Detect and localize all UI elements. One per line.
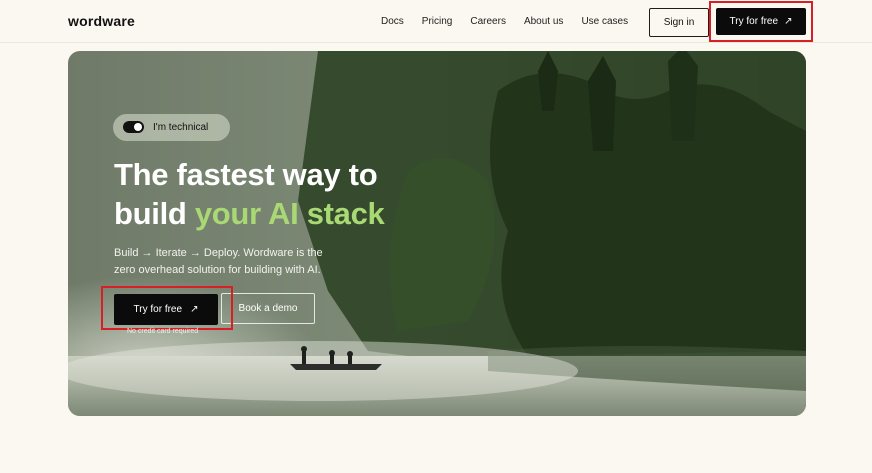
nav-use-cases[interactable]: Use cases: [581, 16, 628, 27]
subtitle-line2: zero overhead solution for building with…: [114, 264, 321, 276]
sign-in-label: Sign in: [663, 17, 695, 28]
book-a-demo-button[interactable]: Book a demo: [221, 293, 315, 324]
no-credit-card-note: No credit card required: [127, 328, 199, 335]
lake-forest-illustration: [68, 51, 806, 416]
book-a-demo-label: Book a demo: [238, 303, 298, 314]
nav-careers[interactable]: Careers: [470, 16, 506, 27]
highlight-box-hero: [101, 286, 233, 330]
hero-headline-line2: build your AI stack: [114, 196, 385, 232]
subtitle-line1: Build → Iterate → Deploy. Wordware is th…: [114, 247, 323, 259]
nav-docs[interactable]: Docs: [381, 16, 404, 27]
technical-toggle-switch[interactable]: [123, 121, 144, 133]
technical-toggle-label: I'm technical: [153, 122, 209, 133]
top-nav-bar: wordware Docs Pricing Careers About us U…: [0, 0, 872, 43]
main-nav: Docs Pricing Careers About us Use cases: [381, 16, 646, 27]
highlight-box-header: [709, 1, 813, 42]
nav-pricing[interactable]: Pricing: [422, 16, 453, 27]
sign-in-button[interactable]: Sign in: [649, 8, 709, 37]
nav-about-us[interactable]: About us: [524, 16, 563, 27]
hero-headline-line1: The fastest way to: [114, 157, 378, 192]
wordware-logo[interactable]: wordware: [68, 13, 135, 29]
toggle-knob: [134, 123, 142, 131]
hero-subtitle: Build → Iterate → Deploy. Wordware is th…: [114, 245, 323, 279]
headline-ai-stack: your AI stack: [194, 196, 385, 231]
headline-build: build: [114, 196, 195, 231]
hero-banner: [68, 51, 806, 416]
